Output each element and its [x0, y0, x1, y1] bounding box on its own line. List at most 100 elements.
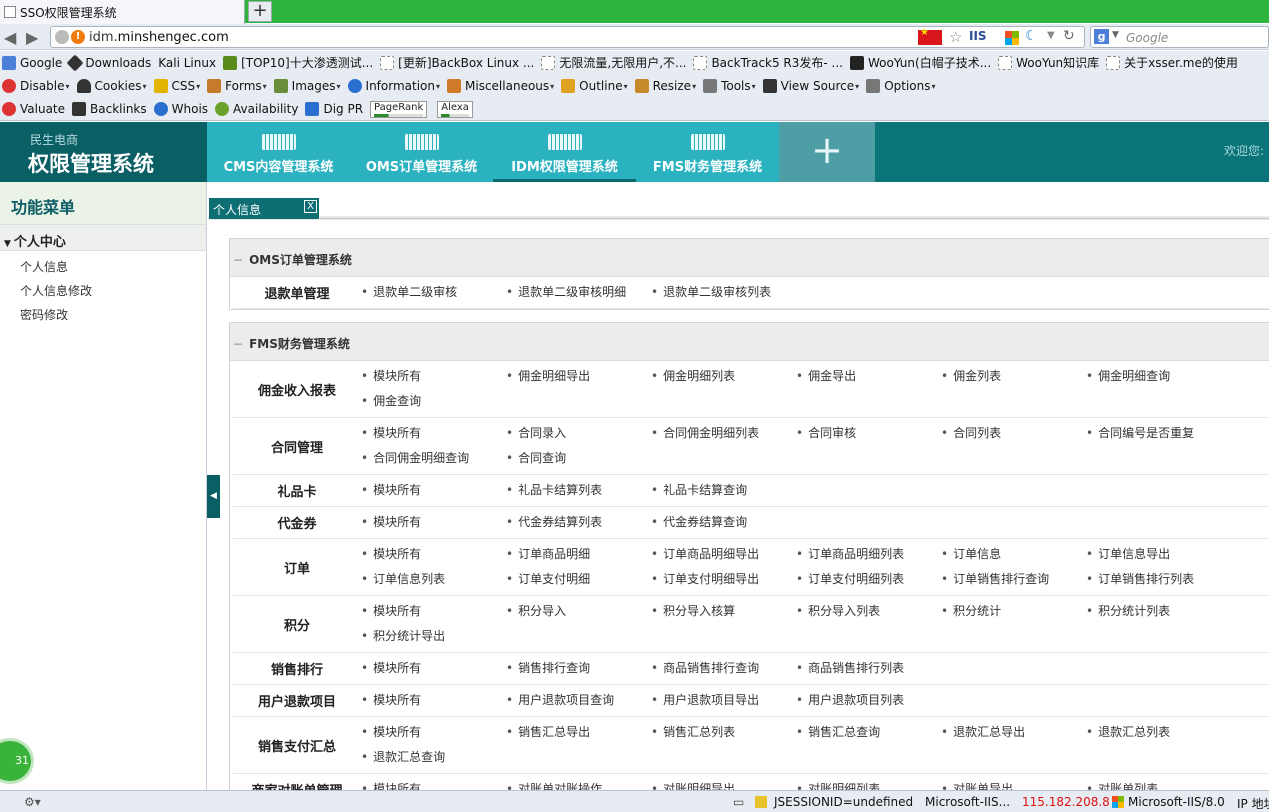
- search-engine-dropdown-icon[interactable]: ▼: [1112, 30, 1119, 40]
- permission-link[interactable]: 模块所有: [361, 777, 506, 790]
- sidebar-item-personal-info[interactable]: 个人信息: [0, 255, 206, 279]
- permission-link[interactable]: 模块所有: [361, 542, 506, 567]
- permission-link[interactable]: 订单信息导出: [1086, 542, 1231, 567]
- permission-link[interactable]: 对账单导出: [941, 777, 1086, 790]
- bookmark-kali-linux[interactable]: Kali Linux: [158, 56, 216, 70]
- permission-link[interactable]: 对账单对账操作: [506, 777, 651, 790]
- sidebar-item-change-password[interactable]: 密码修改: [0, 303, 206, 327]
- permission-link[interactable]: 订单信息: [941, 542, 1086, 567]
- url-dropdown-icon[interactable]: ▼: [1047, 30, 1055, 41]
- permission-link[interactable]: 积分导入列表: [796, 599, 941, 624]
- add-system-button[interactable]: +: [779, 122, 875, 182]
- permission-link[interactable]: 模块所有: [361, 478, 506, 503]
- permission-link[interactable]: 佣金查询: [361, 389, 506, 414]
- devtool-misc[interactable]: Miscellaneous ▾: [447, 79, 554, 93]
- seo-valuate[interactable]: Valuate: [2, 102, 65, 116]
- permission-link[interactable]: 订单支付明细: [506, 567, 651, 592]
- permission-link[interactable]: 订单支付明细列表: [796, 567, 941, 592]
- permission-link[interactable]: 销售汇总导出: [506, 720, 651, 745]
- permission-link[interactable]: 合同编号是否重复: [1086, 421, 1231, 446]
- permission-link[interactable]: 对账明细列表: [796, 777, 941, 790]
- nav-oms[interactable]: OMS订单管理系统: [350, 122, 493, 182]
- permission-link[interactable]: 订单信息列表: [361, 567, 506, 592]
- devtool-tools[interactable]: Tools ▾: [703, 79, 756, 93]
- devtool-forms[interactable]: Forms ▾: [207, 79, 267, 93]
- permission-link[interactable]: 销售排行查询: [506, 656, 651, 681]
- address-bar[interactable]: ! idm.minshengec.com ☆ IIS ☾ ▼ ↻: [50, 26, 1085, 48]
- sidebar-group-personal-center[interactable]: ▼ 个人中心: [0, 225, 206, 251]
- seo-whois[interactable]: Whois: [153, 102, 208, 116]
- permission-link[interactable]: 佣金明细导出: [506, 364, 651, 389]
- permission-link[interactable]: 订单商品明细列表: [796, 542, 941, 567]
- permission-link[interactable]: 代金券结算查询: [651, 510, 796, 535]
- devtool-images[interactable]: Images ▾: [273, 79, 341, 93]
- server-version[interactable]: Microsoft-IIS/8.0: [1128, 795, 1225, 809]
- new-tab-button[interactable]: +: [248, 1, 272, 22]
- collapse-sidebar-button[interactable]: ◀: [207, 475, 220, 518]
- bookmark-google[interactable]: Google: [2, 55, 62, 70]
- devtool-options[interactable]: Options ▾: [866, 79, 936, 93]
- permission-link[interactable]: 佣金导出: [796, 364, 941, 389]
- browser-tab[interactable]: SSO权限管理系统: [0, 0, 245, 24]
- permission-link[interactable]: 合同佣金明细查询: [361, 446, 506, 471]
- permission-link[interactable]: 礼品卡结算列表: [506, 478, 651, 503]
- china-flag-icon[interactable]: [918, 27, 942, 45]
- permission-link[interactable]: 模块所有: [361, 688, 506, 713]
- permission-link[interactable]: 模块所有: [361, 510, 506, 535]
- permission-link[interactable]: 合同审核: [796, 421, 941, 446]
- permission-link[interactable]: 模块所有: [361, 656, 506, 681]
- permission-link[interactable]: 佣金明细列表: [651, 364, 796, 389]
- permission-link[interactable]: 商品销售排行查询: [651, 656, 796, 681]
- devtool-view-source[interactable]: View Source ▾: [762, 79, 859, 93]
- alexa-meter[interactable]: Alexa: [437, 100, 473, 118]
- nav-idm[interactable]: IDM权限管理系统: [493, 122, 636, 182]
- reload-icon[interactable]: ↻: [1063, 28, 1075, 44]
- permission-link[interactable]: 商品销售排行列表: [796, 656, 941, 681]
- permission-link[interactable]: 退款汇总导出: [941, 720, 1086, 745]
- pagerank-meter[interactable]: PageRank: [370, 100, 428, 118]
- permission-link[interactable]: 订单商品明细: [506, 542, 651, 567]
- panel-header[interactable]: − OMS订单管理系统: [230, 239, 1269, 277]
- permission-link[interactable]: 积分导入: [506, 599, 651, 624]
- permission-link[interactable]: 模块所有: [361, 599, 506, 624]
- forward-arrow-icon[interactable]: ▶: [26, 28, 38, 47]
- bookmark-backbox[interactable]: [更新]BackBox Linux ...: [380, 54, 534, 71]
- ip-address[interactable]: 115.182.208.8: [1022, 795, 1110, 809]
- permission-link[interactable]: 退款单二级审核: [361, 280, 506, 305]
- devtool-outline[interactable]: Outline ▾: [561, 79, 628, 93]
- session-cookie[interactable]: JSESSIONID=undefined: [774, 795, 913, 809]
- panel-header[interactable]: − FMS财务管理系统: [230, 323, 1269, 361]
- permission-link[interactable]: 销售汇总查询: [796, 720, 941, 745]
- nav-cms[interactable]: CMS内容管理系统: [207, 122, 350, 182]
- permission-link[interactable]: 订单销售排行查询: [941, 567, 1086, 592]
- bookmark-star-icon[interactable]: ☆: [949, 28, 962, 46]
- back-arrow-icon[interactable]: ◀: [4, 28, 16, 47]
- bookmark-unlimited[interactable]: 无限流量,无限用户,不...: [541, 54, 686, 71]
- permission-link[interactable]: 合同查询: [506, 446, 651, 471]
- permission-link[interactable]: 退款汇总查询: [361, 745, 506, 770]
- feed-icon[interactable]: ☾: [1025, 28, 1038, 44]
- seo-backlinks[interactable]: Backlinks: [72, 102, 147, 116]
- bookmark-backtrack[interactable]: BackTrack5 R3发布- ...: [693, 54, 843, 71]
- iis-badge-icon[interactable]: IIS: [969, 29, 987, 43]
- logo[interactable]: 民生电商 权限管理系统: [0, 122, 207, 182]
- permission-link[interactable]: 合同列表: [941, 421, 1086, 446]
- devtool-disable[interactable]: Disable ▾: [2, 79, 70, 93]
- permission-link[interactable]: 代金券结算列表: [506, 510, 651, 535]
- permission-link[interactable]: 用户退款项目导出: [651, 688, 796, 713]
- permission-link[interactable]: 对账明细导出: [651, 777, 796, 790]
- server-header[interactable]: Microsoft-IIS...: [925, 795, 1010, 809]
- collapse-panel-icon[interactable]: −: [233, 253, 243, 267]
- permission-link[interactable]: 积分统计列表: [1086, 599, 1231, 624]
- bookmark-wooyun-kb[interactable]: WooYun知识库: [998, 54, 1099, 71]
- permission-link[interactable]: 退款汇总列表: [1086, 720, 1231, 745]
- permission-link[interactable]: 订单销售排行列表: [1086, 567, 1231, 592]
- site-identity-icon[interactable]: [55, 30, 69, 44]
- status-gear-icon[interactable]: ⚙▾: [24, 795, 41, 809]
- devtool-css[interactable]: CSS ▾: [153, 79, 200, 93]
- permission-link[interactable]: 积分统计: [941, 599, 1086, 624]
- permission-link[interactable]: 用户退款项目列表: [796, 688, 941, 713]
- permission-link[interactable]: 对账单列表: [1086, 777, 1231, 790]
- collapse-panel-icon[interactable]: −: [233, 337, 243, 351]
- google-icon[interactable]: g: [1094, 29, 1109, 44]
